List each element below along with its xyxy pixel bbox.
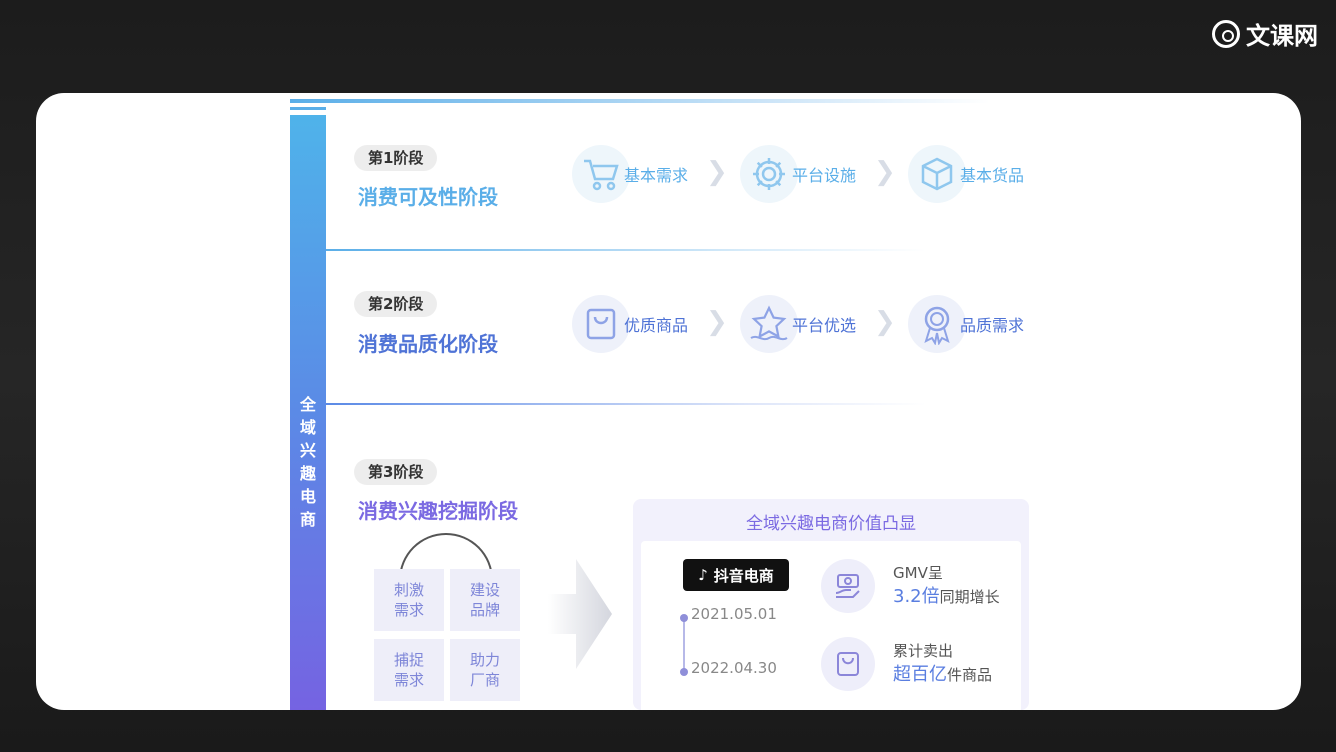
stat-gmv: GMV呈 3.2倍同期增长 [893, 561, 1000, 609]
puzzle-piece-stimulate-demand: 刺激 需求 [374, 569, 444, 631]
stage2-title: 消费品质化阶段 [358, 332, 498, 356]
stage1-badge: 第1阶段 [354, 145, 438, 171]
vertical-label-char: 趣 [299, 464, 316, 483]
step-label: 基本需求 [624, 166, 689, 185]
stage2-badge: 第2阶段 [354, 291, 438, 317]
chevron-right-icon: ❯ [706, 157, 728, 187]
vertical-label-char: 商 [299, 510, 316, 529]
step-label: 品质需求 [960, 316, 1025, 335]
platform-name: 抖音电商 [713, 566, 774, 585]
box-icon [908, 145, 966, 203]
top-accent-bar [290, 99, 990, 103]
douyin-badge: ♪ 抖音电商 [683, 559, 789, 591]
stat-gmv-highlight: 3.2倍 [893, 586, 940, 607]
chevron-right-icon: ❯ [874, 307, 896, 337]
stat-gmv-line1: GMV呈 [893, 564, 943, 582]
puzzle-piece-empower-manufacturers: 助力 厂商 [450, 639, 520, 701]
stage-divider-1 [326, 249, 926, 251]
chevron-right-icon: ❯ [706, 307, 728, 337]
panel-title: 全域兴趣电商价值凸显 [746, 514, 916, 534]
date-end: 2022.04.30 [691, 659, 777, 677]
chevron-right-icon: ❯ [874, 157, 896, 187]
timeline-line [683, 616, 685, 674]
stage2-step-quality-goods: 优质商品 [572, 295, 688, 353]
shopping-bag-icon [821, 637, 875, 691]
step-label: 平台优选 [792, 316, 857, 335]
vertical-label-char: 域 [299, 418, 316, 437]
shopping-cart-icon [572, 145, 630, 203]
gear-icon [740, 145, 798, 203]
brand-logo: 文课网 [1212, 16, 1318, 51]
award-badge-icon [908, 295, 966, 353]
shopping-bag-icon [572, 295, 630, 353]
stage1-step-basic-needs: 基本需求 [572, 145, 688, 203]
vertical-label: 全 域 兴 趣 电 商 [290, 393, 326, 531]
vertical-label-char: 全 [299, 395, 316, 414]
money-icon [821, 559, 875, 613]
panel-body: ♪ 抖音电商 2021.05.01 2022.04.30 GMV呈 3.2倍同期… [641, 541, 1021, 710]
stat-gmv-suffix: 同期增长 [939, 588, 1000, 606]
step-label: 优质商品 [624, 316, 689, 335]
vertical-label-char: 兴 [299, 441, 316, 460]
tiktok-icon: ♪ [698, 566, 708, 584]
stage1-title: 消费可及性阶段 [358, 185, 498, 209]
date-start: 2021.05.01 [691, 605, 777, 623]
logo-mark-icon [1212, 19, 1240, 48]
stat-sales: 累计卖出 超百亿件商品 [893, 639, 992, 687]
value-panel: 全域兴趣电商价值凸显 ♪ 抖音电商 2021.05.01 2022.04.30 … [633, 499, 1029, 710]
stat-sales-suffix: 件商品 [947, 666, 993, 684]
puzzle-piece-capture-demand: 捕捉 需求 [374, 639, 444, 701]
logo-text: 文课网 [1246, 22, 1318, 50]
arrow-right-icon [548, 559, 612, 669]
timeline-dot [680, 614, 688, 622]
stage1-step-platform-facilities: 平台设施 [740, 145, 856, 203]
top-accent-bar-small [290, 107, 326, 110]
stage1-step-basic-goods: 基本货品 [908, 145, 1024, 203]
stage2-step-quality-demand: 品质需求 [908, 295, 1024, 353]
stage3-title: 消费兴趣挖掘阶段 [358, 499, 518, 523]
slide-card: 全 域 兴 趣 电 商 第1阶段 消费可及性阶段 基本需求 ❯ 平台设施 ❯ 基… [36, 93, 1301, 710]
puzzle-piece-build-brand: 建设 品牌 [450, 569, 520, 631]
stage2-step-platform-selection: 平台优选 [740, 295, 856, 353]
step-label: 基本货品 [960, 166, 1025, 185]
star-icon [740, 295, 798, 353]
stage3-badge: 第3阶段 [354, 459, 438, 485]
vertical-label-char: 电 [299, 487, 316, 506]
stage-divider-2 [326, 403, 926, 405]
timeline-dot [680, 668, 688, 676]
stat-sales-highlight: 超百亿 [893, 664, 947, 685]
stat-sales-line1: 累计卖出 [893, 642, 954, 660]
step-label: 平台设施 [792, 166, 857, 185]
